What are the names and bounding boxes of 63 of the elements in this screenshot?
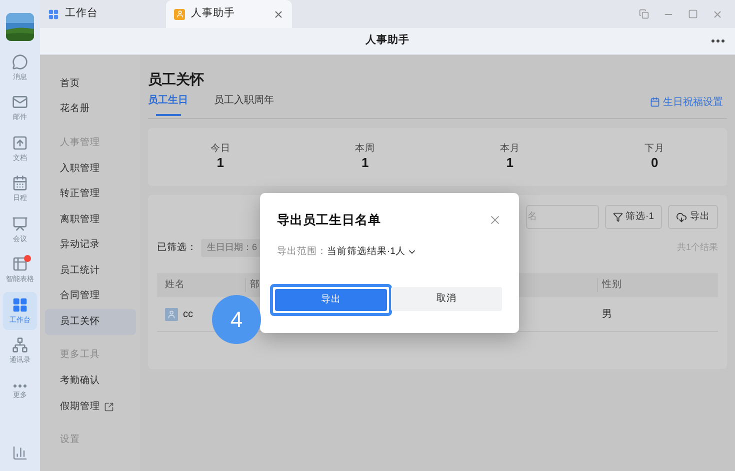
external-link-icon	[104, 402, 114, 412]
cloud-download-icon	[676, 212, 687, 222]
org-chart-icon	[12, 337, 28, 353]
filter-icon	[612, 212, 623, 222]
avatar-icon	[165, 308, 178, 320]
window-tab[interactable]: 工作台	[40, 0, 166, 28]
app-icon	[174, 8, 185, 20]
nav-item[interactable]: 异动记录	[45, 232, 136, 258]
stat-label: 本月	[500, 143, 520, 155]
stat-value: 0	[651, 155, 658, 171]
nav-item[interactable]: 假期管理	[45, 394, 136, 420]
chart-icon[interactable]	[12, 445, 28, 461]
meeting-icon	[12, 216, 28, 232]
grid-icon	[48, 8, 59, 20]
nav-section-label: 设置	[59, 433, 81, 448]
stat-label: 本周	[355, 143, 376, 155]
nav-item[interactable]: 合同管理	[45, 284, 136, 309]
close-icon[interactable]	[712, 8, 723, 20]
nav-item[interactable]: 员工关怀	[45, 309, 136, 334]
document-icon	[12, 134, 28, 150]
more-icon[interactable]	[711, 39, 725, 43]
filter-label: 已筛选：	[157, 240, 197, 255]
table-cell-text: cc	[183, 308, 193, 322]
nav-item[interactable]: 考勤确认	[45, 368, 136, 394]
nav-item[interactable]: 转正管理	[45, 182, 136, 207]
more-icon	[13, 384, 27, 388]
nav-section-label: 人事管理	[59, 136, 101, 150]
table-icon	[12, 256, 28, 272]
nav-item[interactable]: 入职管理	[45, 156, 136, 182]
calendar-icon	[650, 97, 660, 107]
scope-label: 导出范围：	[277, 244, 327, 259]
nav-item[interactable]: 花名册	[45, 96, 136, 122]
tab-label: 工作台	[65, 6, 98, 22]
chat-icon	[12, 54, 28, 70]
nav-item[interactable]: 离职管理	[45, 207, 136, 232]
window-tab[interactable]: 人事助手	[166, 0, 292, 28]
header-title: 人事助手	[366, 33, 410, 48]
scope-dropdown[interactable]: 当前筛选结果·1人	[327, 244, 418, 259]
nav-item[interactable]: 员工统计	[45, 258, 136, 284]
nav-section-label: 更多工具	[59, 348, 101, 362]
stat-value: 1	[216, 155, 224, 171]
column-header: 性别	[597, 278, 622, 292]
grid-icon	[12, 296, 28, 312]
table-cell-text: 男	[601, 308, 612, 322]
calendar-icon	[12, 175, 28, 191]
dialog-title: 导出员工生日名单	[277, 212, 381, 229]
stat-value: 1	[362, 155, 369, 171]
mail-icon	[12, 94, 28, 110]
page-tab[interactable]: 员工入职周年	[214, 94, 274, 118]
tab-label: 人事助手	[191, 6, 235, 22]
stat-value: 1	[506, 155, 514, 171]
stat-label: 今日	[210, 143, 230, 155]
cancel-button[interactable]: 取消	[391, 287, 502, 311]
export-button[interactable]: 导出	[668, 205, 718, 229]
column-header: 姓名	[164, 278, 186, 292]
export-button[interactable]: 导出	[275, 289, 387, 311]
maximize-icon[interactable]	[688, 9, 698, 19]
page-title: 员工关怀	[148, 70, 205, 89]
close-icon[interactable]	[273, 8, 284, 20]
pin-window-icon[interactable]	[639, 9, 649, 19]
filter-button[interactable]: 筛选·1	[604, 205, 662, 229]
stat-label: 下月	[644, 143, 665, 155]
nav-item[interactable]: 首页	[45, 71, 136, 96]
